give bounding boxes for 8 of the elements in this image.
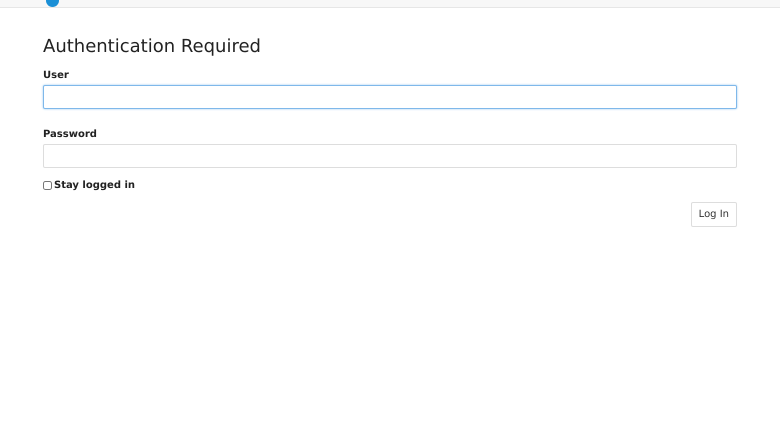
field-label: User: [43, 68, 69, 82]
checkbox-label: Stay logged in: [54, 178, 136, 192]
page-title: Authentication Required: [43, 36, 262, 58]
input-field[interactable]: [43, 84, 737, 109]
field-label: Password: [43, 128, 97, 141]
checkbox[interactable]: [43, 180, 52, 190]
input-field[interactable]: [43, 144, 737, 168]
login-button[interactable]: Log In: [690, 202, 737, 227]
